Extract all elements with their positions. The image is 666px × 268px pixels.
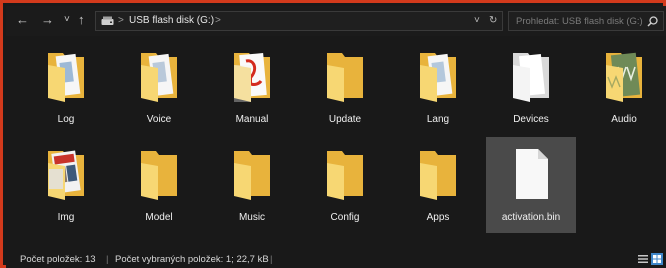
breadcrumb-separator[interactable]: >: [215, 15, 221, 27]
item-label: Update: [328, 114, 362, 125]
item-label: Music: [238, 212, 266, 223]
folder-documents-icon: [420, 53, 456, 102]
folder-icon: [327, 53, 363, 102]
up-button[interactable]: ↑: [78, 12, 85, 28]
folder-pdf-icon: [234, 53, 270, 102]
folder-devices[interactable]: Devices: [486, 39, 576, 135]
folder-model[interactable]: Model: [114, 137, 204, 233]
item-label: Apps: [426, 212, 450, 223]
search-icon: [647, 16, 658, 27]
item-label: Model: [145, 212, 173, 223]
folder-audio[interactable]: Audio: [579, 39, 666, 135]
file-icon: [516, 149, 548, 199]
folder-audio-icon: [606, 52, 642, 102]
refresh-button[interactable]: ↻: [489, 15, 497, 27]
folder-apps[interactable]: Apps: [393, 137, 483, 233]
forward-button[interactable]: →: [41, 12, 54, 28]
item-label: Log: [57, 114, 75, 125]
address-dropdown-button[interactable]: ˅: [474, 15, 480, 27]
item-label: Lang: [426, 114, 450, 125]
selection-info: Počet vybraných položek: 1; 22,7 kB: [115, 254, 269, 265]
folder-white-icon: [513, 53, 549, 102]
search-input[interactable]: Prohledat: USB flash disk (G:): [508, 11, 664, 31]
folder-icon: [234, 151, 270, 200]
folder-images-icon: [48, 150, 84, 200]
breadcrumb-location[interactable]: USB flash disk (G:): [129, 15, 214, 27]
file-activation-bin[interactable]: activation.bin: [486, 137, 576, 233]
item-label: Voice: [146, 114, 172, 125]
folder-icon: [327, 151, 363, 200]
address-toolbar: ← → ˅ ↑ > USB flash disk (G:) > ˅ ↻ Proh…: [6, 6, 666, 36]
back-button[interactable]: ←: [16, 12, 29, 28]
folder-lang[interactable]: Lang: [393, 39, 483, 135]
item-label: activation.bin: [501, 212, 561, 223]
folder-update[interactable]: Update: [300, 39, 390, 135]
address-bar[interactable]: > USB flash disk (G:) > ˅ ↻: [95, 11, 503, 31]
explorer-window: ← → ˅ ↑ > USB flash disk (G:) > ˅ ↻ Proh…: [0, 0, 666, 268]
folder-documents-icon: [141, 53, 177, 102]
folder-log[interactable]: Log: [21, 39, 111, 135]
folder-img[interactable]: Img: [21, 137, 111, 233]
item-label: Config: [330, 212, 360, 223]
status-bar: Počet položek: 13 | Počet vybraných polo…: [6, 251, 666, 268]
folder-voice[interactable]: Voice: [114, 39, 204, 135]
details-view-icon[interactable]: [637, 253, 649, 265]
status-divider: |: [106, 254, 109, 265]
status-divider: |: [270, 254, 273, 265]
folder-music[interactable]: Music: [207, 137, 297, 233]
large-icons-view-icon[interactable]: [651, 253, 663, 265]
folder-manual[interactable]: Manual: [207, 39, 297, 135]
item-label: Audio: [611, 114, 637, 125]
item-label: Devices: [513, 114, 549, 125]
folder-documents-icon: [48, 53, 84, 102]
item-count: Počet položek: 13: [20, 254, 96, 265]
search-placeholder: Prohledat: USB flash disk (G:): [516, 16, 643, 27]
item-label: Manual: [235, 114, 269, 125]
folder-icon: [420, 151, 456, 200]
drive-icon: [101, 16, 114, 25]
breadcrumb-separator: >: [118, 15, 124, 26]
recent-locations-button[interactable]: ˅: [64, 12, 70, 28]
file-list: Log Voice Manual Update Lang Devices Aud…: [6, 36, 666, 251]
folder-config[interactable]: Config: [300, 137, 390, 233]
item-label: Img: [57, 212, 75, 223]
folder-icon: [141, 151, 177, 200]
